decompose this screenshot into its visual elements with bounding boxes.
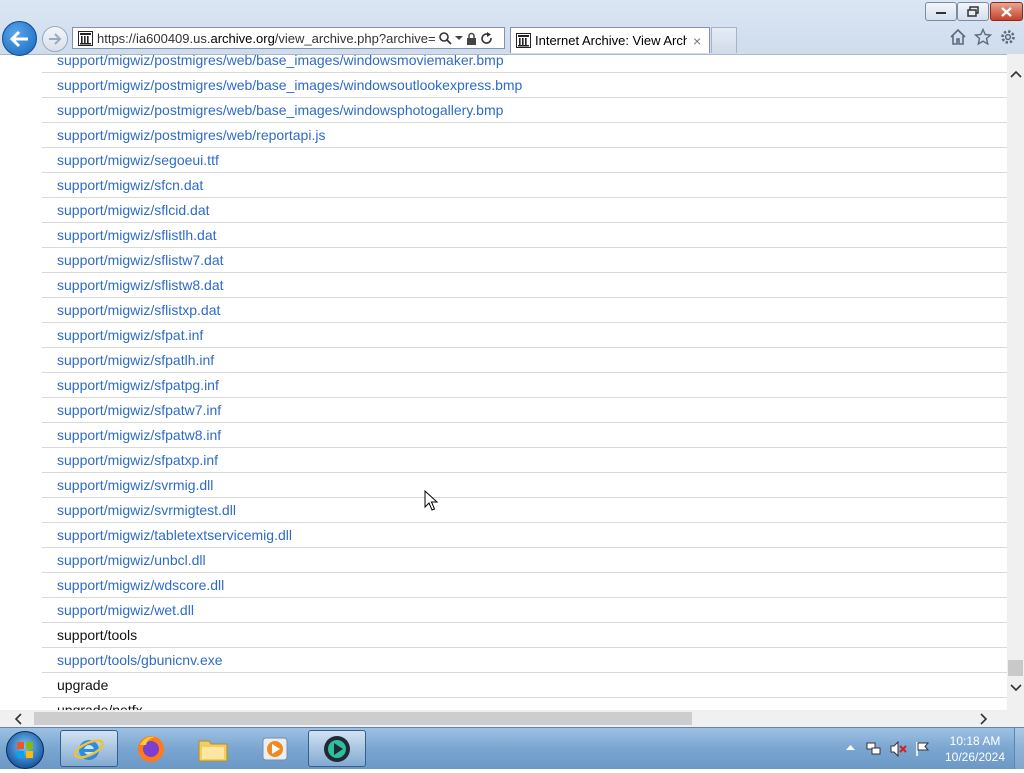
taskbar-media-player[interactable] (246, 730, 304, 767)
page-content: support/migwiz/postmigres/web/base_image… (0, 54, 1008, 710)
file-link[interactable]: support/migwiz/sfpatpg.inf (42, 373, 1008, 398)
archive-tab-icon (516, 33, 531, 48)
file-link[interactable]: support/migwiz/unbcl.dll (42, 548, 1008, 573)
vertical-scroll-thumb[interactable] (1008, 660, 1023, 676)
volume-muted-icon[interactable] (890, 741, 908, 757)
scroll-up-icon[interactable] (1010, 70, 1022, 78)
directory-label: upgrade/netfx (42, 698, 1008, 710)
file-link[interactable]: support/migwiz/sfcn.dat (42, 173, 1008, 198)
vertical-scrollbar[interactable] (1007, 54, 1024, 710)
address-bar[interactable]: https://ia600409.us.archive.org/view_arc… (72, 27, 505, 49)
tab-internet-archive[interactable]: Internet Archive: View Arch... × (510, 27, 710, 53)
file-link[interactable]: support/migwiz/sflistw8.dat (42, 273, 1008, 298)
url-text[interactable]: https://ia600409.us.archive.org/view_arc… (97, 31, 435, 46)
mouse-cursor-icon (424, 490, 438, 511)
favorites-star-icon[interactable] (974, 28, 992, 46)
restore-icon (967, 6, 979, 17)
file-link[interactable]: support/migwiz/postmigres/web/reportapi.… (42, 123, 1008, 148)
system-clock[interactable]: 10:18 AM 10/26/2024 (940, 733, 1010, 765)
taskbar-firefox[interactable] (122, 730, 180, 767)
file-link[interactable]: support/migwiz/sflistxp.dat (42, 298, 1008, 323)
file-link[interactable]: support/migwiz/segoeui.ttf (42, 148, 1008, 173)
refresh-icon[interactable] (480, 31, 493, 45)
url-path: /view_archive.php?archive=/20/it (274, 30, 435, 46)
file-link[interactable]: support/migwiz/postmigres/web/base_image… (42, 73, 1008, 98)
file-link[interactable]: support/migwiz/tabletextservicemig.dll (42, 523, 1008, 548)
file-link[interactable]: support/migwiz/wdscore.dll (42, 573, 1008, 598)
taskbar-internet-explorer[interactable] (60, 730, 118, 767)
file-link[interactable]: support/migwiz/sfpatw8.inf (42, 423, 1008, 448)
file-link[interactable]: support/migwiz/sfpatlh.inf (42, 348, 1008, 373)
file-link[interactable]: support/migwiz/postmigres/web/base_image… (42, 54, 1008, 73)
lock-icon[interactable] (466, 32, 477, 45)
taskbar-app[interactable] (308, 730, 366, 767)
tab-title: Internet Archive: View Arch... (535, 33, 687, 48)
new-tab-button[interactable] (711, 27, 737, 53)
scroll-left-icon[interactable] (14, 713, 22, 725)
archive-favicon-icon (78, 30, 93, 46)
file-link[interactable]: support/migwiz/wet.dll (42, 598, 1008, 623)
scrollbar-corner (1007, 710, 1024, 727)
url-domain: archive.org (210, 30, 275, 46)
horizontal-scroll-thumb[interactable] (34, 712, 692, 725)
tab-close-icon[interactable]: × (693, 33, 701, 49)
search-icon[interactable] (439, 31, 452, 45)
network-icon[interactable] (866, 741, 882, 757)
minimize-icon (936, 11, 946, 14)
taskbar-windows-explorer[interactable] (184, 730, 242, 767)
file-link[interactable]: support/migwiz/sflistlh.dat (42, 223, 1008, 248)
back-button[interactable] (2, 21, 37, 56)
show-desktop-button[interactable] (1014, 728, 1024, 769)
home-icon[interactable] (949, 28, 967, 46)
media-player-icon (262, 737, 288, 760)
folder-icon (198, 740, 228, 761)
app-icon (324, 735, 350, 762)
firefox-icon (138, 735, 164, 762)
close-icon (1001, 6, 1012, 17)
taskbar: 10:18 AM 10/26/2024 (0, 727, 1024, 769)
directory-label: support/tools (42, 623, 1008, 648)
file-link[interactable]: support/migwiz/svrmigtest.dll (42, 498, 1008, 523)
forward-button[interactable] (42, 26, 68, 52)
windows-logo-icon (17, 742, 33, 758)
show-hidden-icons-icon[interactable] (846, 744, 855, 750)
scroll-down-icon[interactable] (1010, 684, 1022, 692)
dropdown-icon[interactable] (455, 35, 463, 41)
clock-time: 10:18 AM (949, 734, 1001, 748)
clock-date: 10/26/2024 (944, 750, 1006, 764)
file-list: support/migwiz/postmigres/web/base_image… (42, 54, 1008, 710)
action-center-flag-icon[interactable] (914, 741, 930, 757)
directory-label: upgrade (42, 673, 1008, 698)
file-link[interactable]: support/migwiz/postmigres/web/base_image… (42, 98, 1008, 123)
file-link[interactable]: support/migwiz/sfpatxp.inf (42, 448, 1008, 473)
restore-button[interactable] (957, 2, 989, 21)
settings-gear-icon[interactable] (999, 28, 1017, 46)
arrow-left-icon (9, 30, 28, 47)
file-link[interactable]: support/migwiz/sflcid.dat (42, 198, 1008, 223)
file-link[interactable]: support/migwiz/sflistw7.dat (42, 248, 1008, 273)
file-link[interactable]: support/tools/gbunicnv.exe (42, 648, 1008, 673)
close-window-button[interactable] (990, 2, 1023, 21)
file-link[interactable]: support/migwiz/sfpatw7.inf (42, 398, 1008, 423)
browser-chrome: https://ia600409.us.archive.org/view_arc… (0, 0, 1024, 56)
arrow-right-icon (49, 33, 62, 45)
horizontal-scrollbar[interactable] (0, 710, 1007, 727)
scroll-right-icon[interactable] (980, 713, 988, 725)
minimize-button[interactable] (925, 2, 957, 21)
url-prefix: https://ia600409.us. (97, 30, 211, 46)
file-link[interactable]: support/migwiz/sfpat.inf (42, 323, 1008, 348)
start-button[interactable] (6, 731, 44, 769)
internet-explorer-icon (73, 738, 105, 760)
file-link[interactable]: support/migwiz/svrmig.dll (42, 473, 1008, 498)
